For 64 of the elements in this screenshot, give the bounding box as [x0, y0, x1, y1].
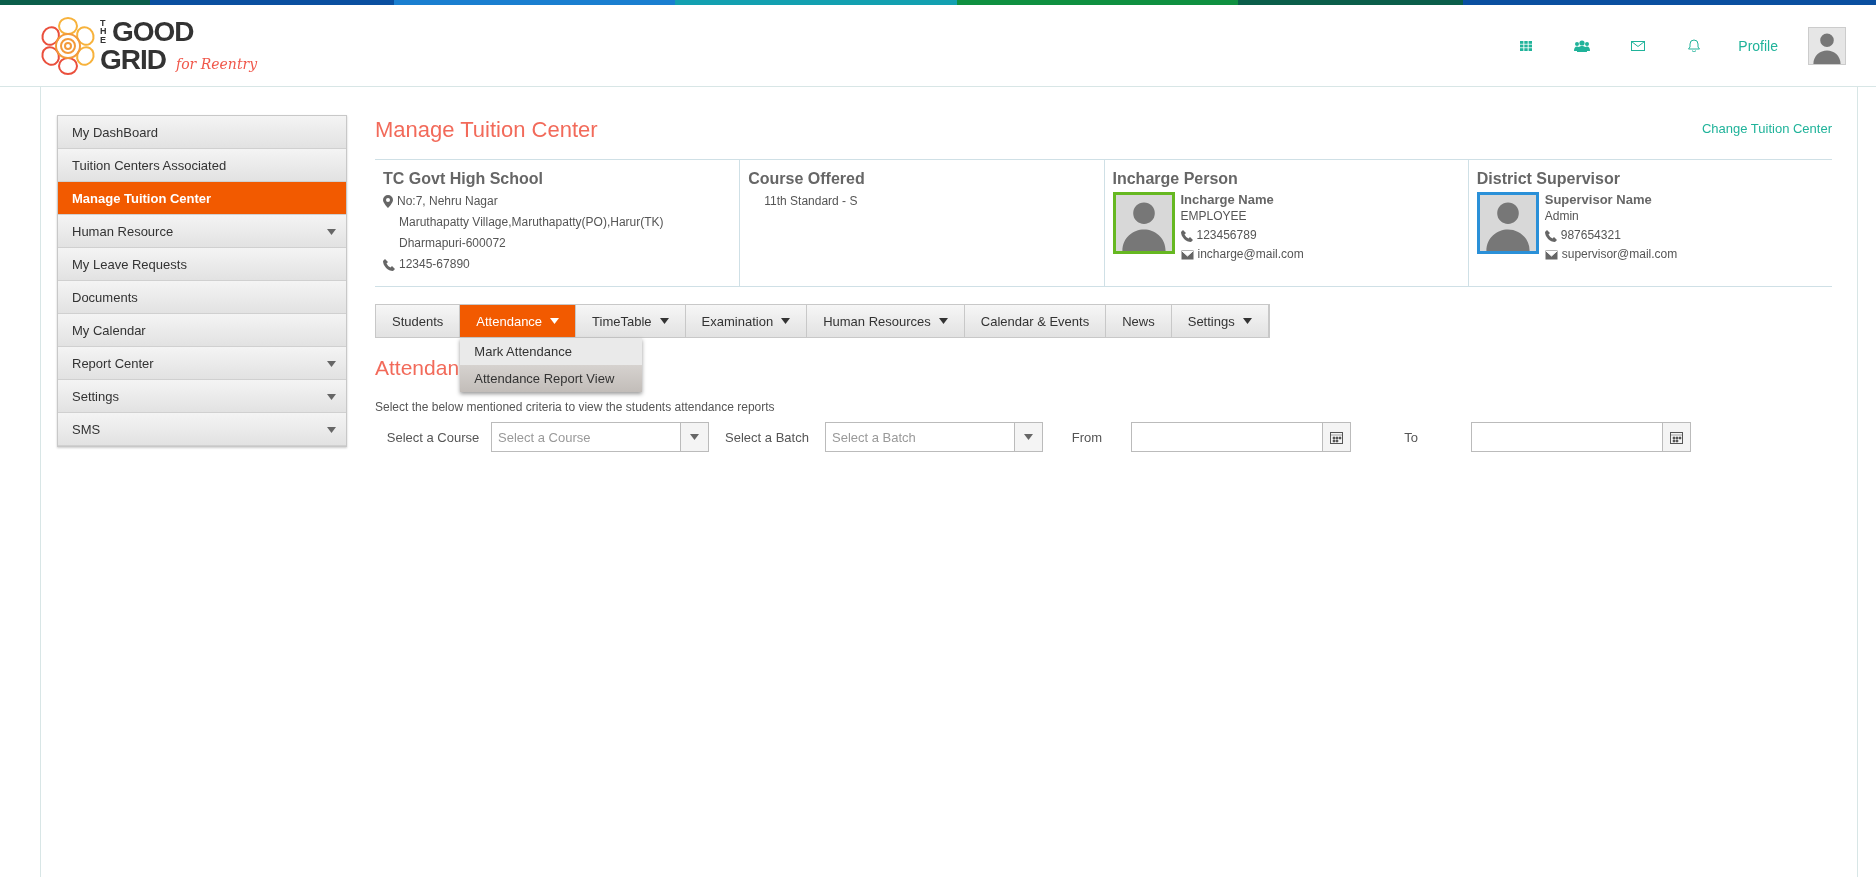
envelope-icon [1544, 249, 1558, 260]
sidebar-item[interactable]: My Calendar [58, 314, 346, 347]
logo-text: GRID [100, 45, 166, 74]
envelope-icon [1180, 249, 1194, 260]
filter-label: From [1070, 429, 1104, 445]
phone-number: 987654321 [1560, 227, 1621, 244]
caret-icon [1024, 434, 1033, 440]
address-line: No:7, Nehru Nagar [397, 193, 498, 210]
page-title: Manage Tuition Center [375, 117, 598, 143]
nav-tab[interactable]: Settings [1171, 305, 1269, 337]
person-name: Incharge Name [1180, 192, 1275, 207]
center-name: TC Govt High School [383, 170, 544, 188]
phone-icon [383, 258, 395, 271]
nav-tab[interactable]: News [1106, 305, 1172, 337]
sidebar-item[interactable]: Human Resource [58, 215, 346, 248]
sidebar-item[interactable]: Settings [58, 380, 346, 413]
grid-icon[interactable] [1520, 40, 1533, 51]
filter-label: To [1403, 429, 1419, 445]
nav-tab[interactable]: Human Resources [807, 305, 965, 337]
map-pin-icon [383, 195, 393, 208]
caret-icon [690, 434, 699, 440]
sidebar-item[interactable]: My DashBoard [58, 116, 346, 149]
filter-label: Select a Batch [724, 429, 810, 445]
sidebar-item[interactable]: My Leave Requests [58, 248, 346, 281]
sidebar-item[interactable]: Documents [58, 281, 346, 314]
envelope-icon[interactable] [1631, 40, 1646, 51]
menu-item[interactable]: Mark Attendance [460, 338, 643, 365]
email-address: incharge@mail.com [1197, 246, 1304, 263]
phone-icon [1180, 229, 1193, 242]
email-address: supervisor@mail.com [1561, 246, 1678, 263]
address-line: Maruthapatty Village,Maruthapatty(PO),Harur(TK) [399, 214, 664, 231]
nav-tab[interactable]: TimeTable [576, 305, 686, 337]
logo-text: GOOD [112, 17, 194, 46]
person-role: Admin [1544, 208, 1579, 225]
calendar-icon [1330, 430, 1343, 444]
date-field[interactable] [1471, 422, 1691, 452]
description-text: Select the below mentioned criteria to view the students attendance reports [375, 400, 776, 414]
nav-tab[interactable]: Examination [685, 305, 808, 337]
phone-icon [1544, 229, 1557, 242]
flower-logo-icon [40, 15, 96, 76]
sidebar-item[interactable]: Report Center [58, 347, 346, 380]
date-field[interactable] [1131, 422, 1351, 452]
bell-icon[interactable] [1688, 39, 1701, 52]
logo-tagline: for Reentry [176, 55, 258, 72]
calendar-icon [1670, 430, 1683, 444]
menu-item[interactable]: Attendance Report View [460, 365, 643, 392]
nav-tab[interactable]: Calendar & Events [964, 305, 1107, 337]
person-name: Supervisor Name [1544, 192, 1653, 207]
person-heading: District Supervisor [1476, 170, 1621, 188]
users-icon[interactable] [1574, 39, 1591, 52]
section-title: Attendan [375, 356, 460, 381]
sidebar-item[interactable]: SMS [58, 413, 346, 446]
person-heading: Incharge Person [1112, 170, 1239, 188]
address-line: Dharmapuri-600072 [399, 235, 506, 252]
phone-number: 12345-67890 [399, 256, 470, 273]
course-name: 11th Standard - S [764, 193, 858, 210]
phone-number: 123456789 [1196, 227, 1257, 244]
user-avatar[interactable] [1808, 26, 1846, 65]
person-role: EMPLOYEE [1180, 208, 1247, 225]
sidebar-item[interactable]: Tuition Centers Associated [58, 149, 346, 182]
filter-label: Select a Course [385, 429, 481, 445]
course-heading: Course Offered [748, 170, 866, 188]
nav-tab[interactable]: Students [376, 305, 461, 337]
logo-text: THE [100, 19, 108, 44]
